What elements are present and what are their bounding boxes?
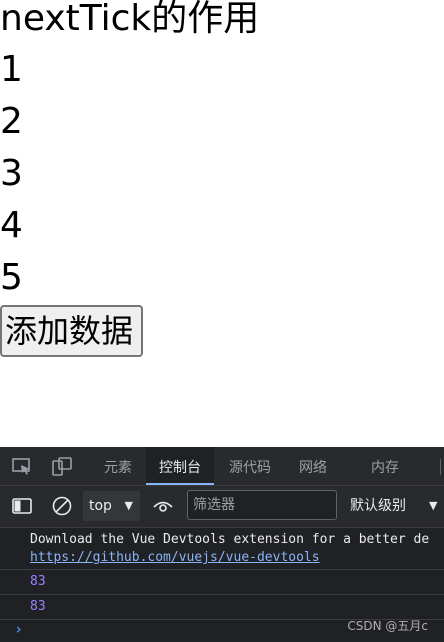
- add-data-button[interactable]: 添加数据: [0, 305, 143, 357]
- tab-console[interactable]: 控制台: [146, 447, 214, 485]
- list-item: 1: [0, 49, 23, 90]
- log-level-label: 默认级别: [350, 498, 406, 514]
- tab-memory[interactable]: 内存: [360, 447, 410, 485]
- tab-overflow-divider: [440, 459, 441, 475]
- tab-network[interactable]: 网络: [288, 447, 338, 485]
- chevron-down-icon: ▼: [429, 499, 438, 512]
- context-select[interactable]: top ▼: [83, 491, 140, 521]
- list-item: 2: [0, 101, 23, 142]
- tab-elements[interactable]: 元素: [92, 447, 144, 485]
- devtools-panel: 元素 控制台 源代码 网络 内存 top ▼ 筛选器 默认级别 ▼ Downlo…: [0, 447, 444, 642]
- list-item: 4: [0, 205, 23, 246]
- console-log-row: 83: [0, 570, 444, 595]
- page-title: nextTick的作用: [0, 0, 260, 39]
- log-level-select[interactable]: 默认级别 ▼: [345, 491, 444, 521]
- inspect-element-icon[interactable]: [11, 456, 33, 478]
- sidebar-toggle-icon[interactable]: [11, 495, 33, 517]
- console-prompt-icon[interactable]: ›: [14, 620, 23, 638]
- page-content: nextTick的作用 1 2 3 4 5 添加数据: [0, 0, 444, 447]
- device-toolbar-icon[interactable]: [51, 456, 73, 478]
- context-label: top: [89, 498, 112, 514]
- console-toolbar: top ▼ 默认级别 ▼: [0, 486, 444, 528]
- console-message-text: Download the Vue Devtools extension for …: [30, 532, 430, 547]
- console-log-value: 83: [30, 599, 46, 614]
- live-expression-eye-icon[interactable]: [152, 495, 174, 517]
- console-message-row: Download the Vue Devtools extension for …: [0, 528, 444, 570]
- devtools-tabbar: 元素 控制台 源代码 网络 内存: [0, 447, 444, 486]
- console-filter-input[interactable]: [187, 490, 337, 520]
- list-item: 3: [0, 153, 23, 194]
- watermark: CSDN @五月c: [347, 619, 428, 633]
- tab-sources[interactable]: 源代码: [220, 447, 280, 485]
- number-list: 1 2 3 4 5: [0, 44, 23, 304]
- list-item: 5: [0, 257, 23, 298]
- console-log-value: 83: [30, 574, 46, 589]
- vue-devtools-link[interactable]: https://github.com/vuejs/vue-devtools: [30, 550, 320, 565]
- chevron-down-icon: ▼: [124, 499, 133, 512]
- clear-console-icon[interactable]: [51, 495, 73, 517]
